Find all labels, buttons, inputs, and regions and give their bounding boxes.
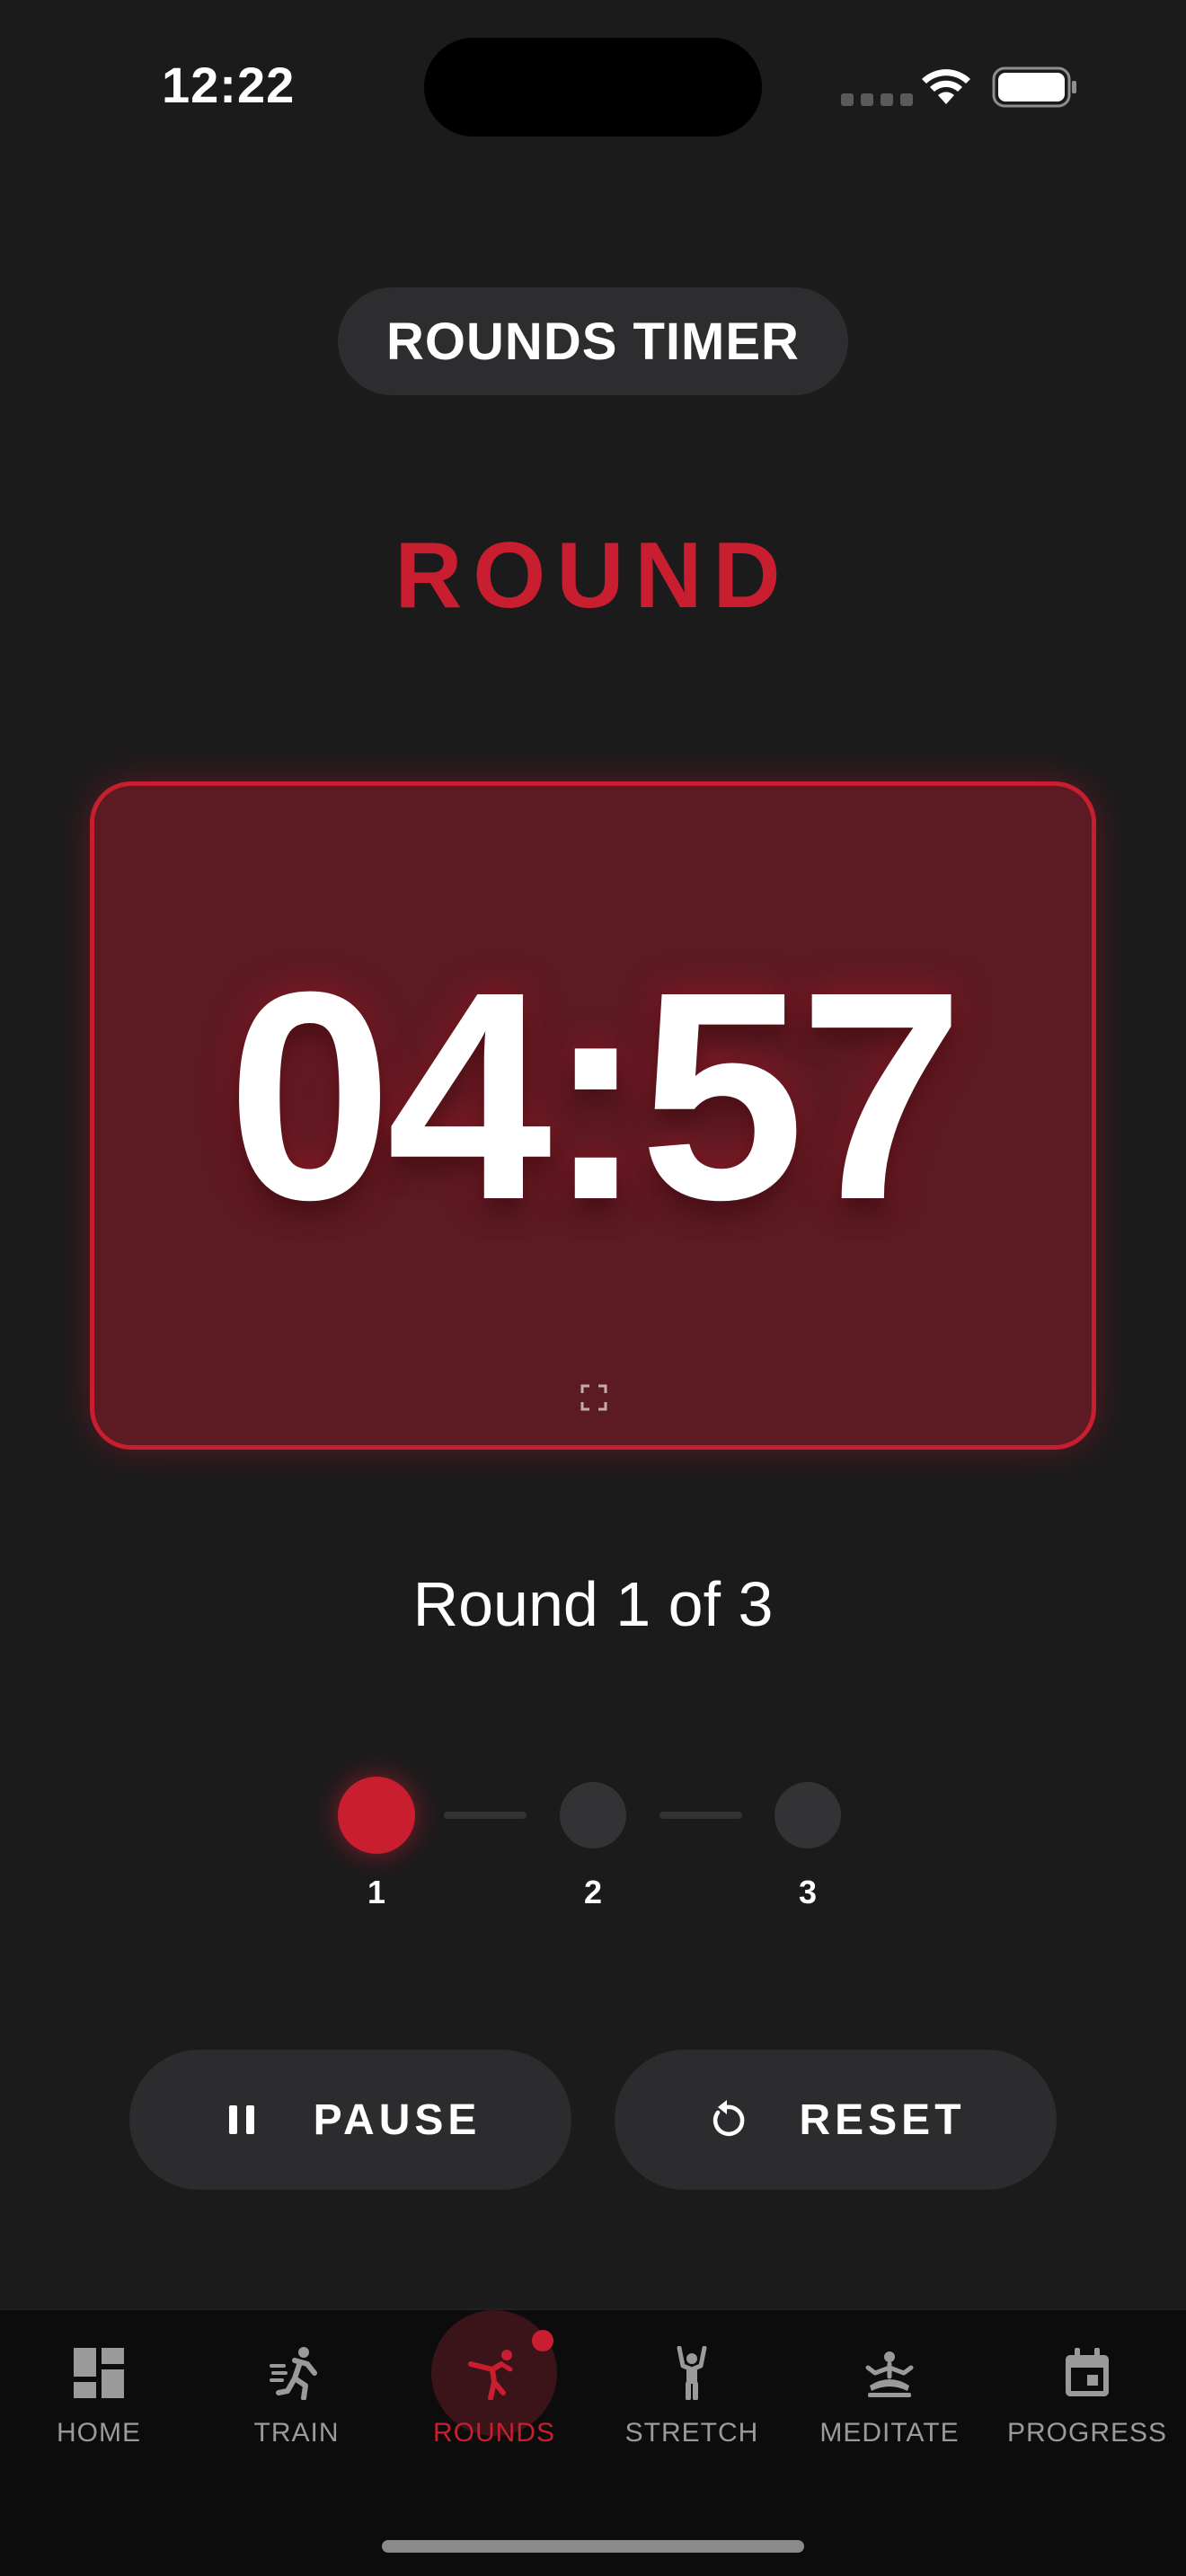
phase-label: ROUND: [394, 524, 792, 628]
reset-button[interactable]: RESET: [615, 2050, 1057, 2190]
home-indicator[interactable]: [382, 2540, 804, 2553]
signal-dots-icon: [841, 93, 913, 106]
round-connector: [444, 1812, 527, 1819]
round-status-text: Round 1 of 3: [412, 1569, 774, 1639]
meditation-icon: [865, 2351, 914, 2397]
timer-card[interactable]: 04:57: [90, 781, 1096, 1450]
wifi-icon: [922, 69, 970, 104]
nav-item-label: MEDITATE: [819, 2418, 960, 2448]
round-step-3-label: 3: [798, 1874, 818, 1910]
pause-button[interactable]: PAUSE: [129, 2050, 571, 2190]
rounds-timer-screen: 12:22 ROUNDS TIMER ROUND 04:57 Round 1 o…: [0, 0, 1186, 2576]
page-title: ROUNDS TIMER: [338, 287, 848, 395]
nav-item-home[interactable]: HOME: [0, 2310, 198, 2454]
status-time: 12:22: [162, 57, 296, 113]
pause-icon: [228, 2105, 254, 2134]
nav-item-progress[interactable]: PROGRESS: [988, 2310, 1186, 2454]
round-step-2-dot: [560, 1782, 626, 1848]
nav-item-meditate[interactable]: MEDITATE: [791, 2310, 988, 2454]
reset-button-label: RESET: [799, 2095, 966, 2144]
nav-item-rounds[interactable]: ROUNDS: [395, 2310, 593, 2454]
nav-item-label: HOME: [57, 2418, 141, 2448]
timer-display: 04:57: [226, 930, 964, 1261]
nav-item-label: ROUNDS: [432, 2418, 555, 2448]
dashboard-icon: [74, 2348, 124, 2398]
fullscreen-icon[interactable]: [580, 1384, 607, 1411]
round-step-2-label: 2: [583, 1874, 603, 1910]
kickboxing-icon: [468, 2350, 513, 2400]
round-step-1-dot: [338, 1777, 415, 1854]
stretching-icon: [677, 2346, 707, 2400]
nav-item-stretch[interactable]: STRETCH: [593, 2310, 791, 2454]
dynamic-island: [424, 38, 762, 137]
round-step-3-dot: [774, 1782, 841, 1848]
nav-item-train[interactable]: TRAIN: [198, 2310, 395, 2454]
notification-badge: [532, 2330, 553, 2351]
battery-icon: [992, 66, 1076, 108]
reset-icon: [713, 2100, 745, 2137]
nav-item-label: TRAIN: [253, 2418, 340, 2448]
calendar-icon: [1066, 2348, 1109, 2396]
nav-item-label: PROGRESS: [1006, 2418, 1168, 2448]
round-step-1-label: 1: [367, 1874, 386, 1910]
nav-item-label: STRETCH: [624, 2418, 759, 2448]
round-connector: [659, 1812, 742, 1819]
running-icon: [270, 2347, 317, 2400]
pause-button-label: PAUSE: [313, 2095, 482, 2144]
